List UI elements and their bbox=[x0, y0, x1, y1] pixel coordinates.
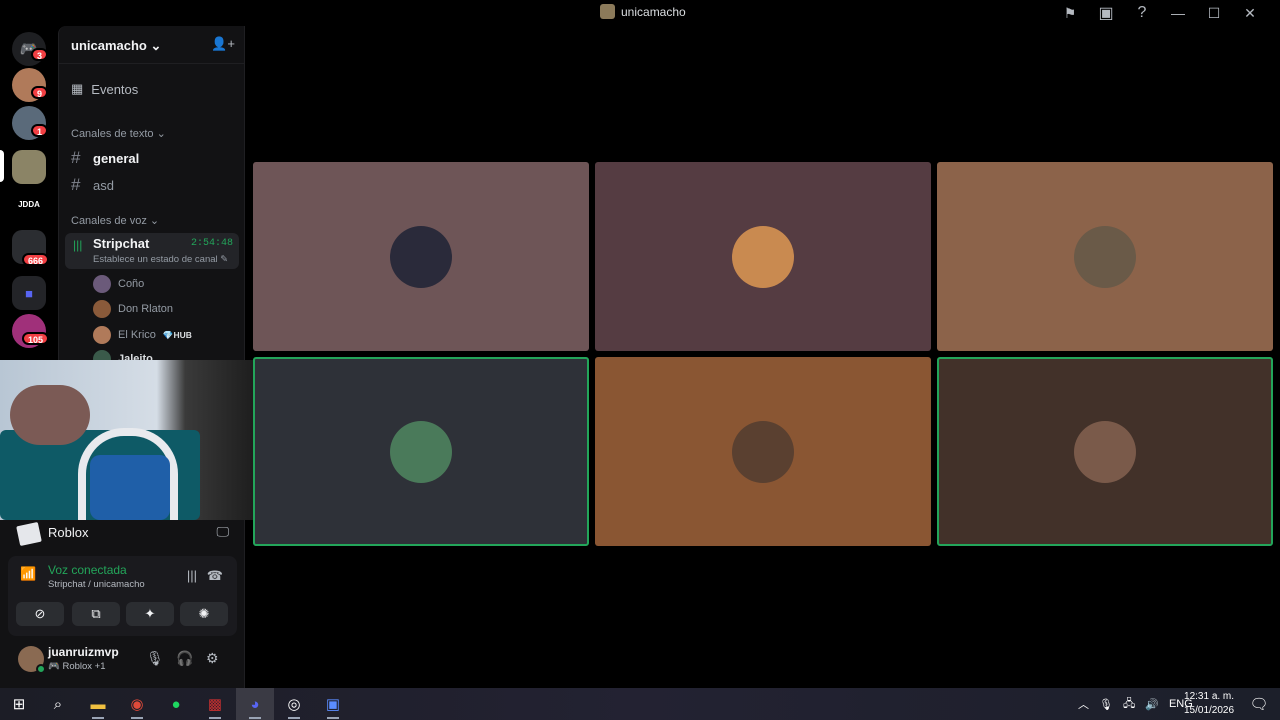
voice-member[interactable]: El Krico 💎HUB bbox=[93, 326, 192, 344]
activities-icon: ✦ bbox=[144, 606, 156, 621]
window-title: unicamacho bbox=[600, 4, 686, 19]
activity-panel: Roblox 🖵 bbox=[8, 520, 237, 552]
notification-center-icon[interactable]: 🗨 bbox=[1240, 688, 1278, 720]
avatar bbox=[1074, 225, 1136, 288]
unread-badge: 3 bbox=[31, 48, 49, 61]
voice-member[interactable]: Coño bbox=[93, 275, 144, 293]
search-icon[interactable]: ⌕ bbox=[39, 688, 77, 720]
bottom-panel: Roblox 🖵 📶 Voz conectada Stripchat / uni… bbox=[0, 520, 245, 688]
voice-connected-panel: 📶 Voz conectada Stripchat / unicamacho |… bbox=[8, 556, 237, 636]
server-avatar-icon bbox=[600, 4, 615, 19]
microphone-icon[interactable]: 🎙 bbox=[1099, 698, 1113, 711]
avatar bbox=[732, 420, 794, 483]
video-tile[interactable] bbox=[595, 162, 931, 351]
voice-wave-icon: ||| bbox=[73, 238, 83, 252]
voice-status[interactable]: Voz conectada bbox=[48, 563, 127, 577]
maximize-icon[interactable]: ☐ bbox=[1196, 3, 1232, 23]
avatar bbox=[390, 420, 452, 483]
invite-icon[interactable]: 👤+ bbox=[211, 36, 235, 52]
server-icon-unicamacho[interactable] bbox=[12, 150, 46, 184]
video-tile[interactable] bbox=[937, 357, 1273, 546]
voice-category[interactable]: Canales de voz ⌄ bbox=[71, 214, 159, 227]
events-link[interactable]: ▦ Eventos bbox=[71, 81, 138, 97]
server-label[interactable]: JDDA bbox=[12, 200, 46, 209]
soundboard-icon: ✺ bbox=[198, 606, 210, 621]
chrome-icon[interactable]: ◉ bbox=[118, 688, 156, 720]
screen-share-icon: ⧉ bbox=[91, 606, 101, 621]
server-rail: 🎮 3 9 1 JDDA 666 ■ 105 bbox=[0, 26, 58, 360]
activity-name: Roblox bbox=[48, 525, 89, 540]
close-icon[interactable]: ✕ bbox=[1232, 3, 1268, 23]
voice-location[interactable]: Stripchat / unicamacho bbox=[48, 579, 145, 590]
server-header[interactable]: unicamacho ⌄ 👤+ bbox=[59, 26, 245, 64]
settings-gear-icon[interactable]: ⚙ bbox=[206, 650, 219, 667]
chevron-up-icon[interactable]: ︿ bbox=[1078, 696, 1089, 712]
hash-icon: # bbox=[71, 148, 81, 167]
user-status: 🎮 Roblox +1 bbox=[48, 661, 106, 672]
channel-sidebar: unicamacho ⌄ 👤+ ▦ Eventos Canales de tex… bbox=[58, 26, 245, 368]
selected-server-pill bbox=[0, 150, 4, 182]
video-tile[interactable] bbox=[253, 162, 589, 351]
webcam-overlay bbox=[0, 360, 285, 520]
calendar-icon: ▦ bbox=[71, 81, 84, 96]
user-panel: juanruizmvp 🎮 Roblox +1 🎙 🎧 ⚙ bbox=[8, 640, 237, 680]
roblox-icon bbox=[16, 521, 42, 547]
noise-suppression-icon[interactable]: ||| bbox=[187, 568, 197, 583]
voice-channel-stripchat[interactable]: ||| Stripchat 2:54:48 Establece un estad… bbox=[65, 233, 239, 269]
video-tile[interactable] bbox=[595, 357, 931, 546]
spotify-icon[interactable]: ● bbox=[157, 688, 195, 720]
avatar bbox=[390, 225, 452, 288]
video-tile[interactable] bbox=[253, 357, 589, 546]
unread-badge: 666 bbox=[22, 253, 50, 266]
activities-button[interactable]: ✦ bbox=[126, 602, 174, 626]
avatar bbox=[1074, 420, 1136, 483]
avatar bbox=[93, 326, 111, 344]
hub-tag: 💎HUB bbox=[162, 329, 192, 340]
disconnect-icon[interactable]: ☎ bbox=[207, 568, 223, 584]
windows-start-icon[interactable]: ⊞ bbox=[0, 688, 38, 720]
screen-share-button[interactable]: ⧉ bbox=[72, 602, 120, 626]
microphone-icon[interactable]: 🎙 bbox=[146, 650, 164, 667]
avatar bbox=[93, 300, 111, 318]
taskbar: ⊞ ⌕ ▬ ◉ ● ▩ ◕ ◎ ▣ ︿ 🎙 🖧 🔊 ENG 12:31 a. m… bbox=[0, 688, 1280, 720]
hash-icon: # bbox=[71, 175, 81, 194]
channel-status[interactable]: Establece un estado de canal ✎ bbox=[93, 254, 228, 265]
avatar bbox=[732, 225, 794, 288]
app-icon[interactable]: ▣ bbox=[314, 688, 352, 720]
username[interactable]: juanruizmvp bbox=[48, 645, 119, 659]
soundboard-button[interactable]: ✺ bbox=[180, 602, 228, 626]
unread-badge: 1 bbox=[31, 124, 49, 137]
unread-badge: 9 bbox=[31, 86, 49, 99]
clock[interactable]: 12:31 a. m. 15/01/2026 bbox=[1184, 690, 1234, 718]
file-explorer-icon[interactable]: ▬ bbox=[79, 688, 117, 720]
stream-game-icon[interactable]: 🖵 bbox=[216, 524, 229, 540]
call-timer: 2:54:48 bbox=[190, 238, 233, 249]
discord-taskbar-icon[interactable]: ◕ bbox=[236, 688, 274, 720]
inbox-icon[interactable]: ▣ bbox=[1088, 3, 1124, 23]
headphones-icon[interactable]: 🎧 bbox=[176, 650, 193, 667]
network-icon[interactable]: 🖧 bbox=[1123, 695, 1135, 714]
channel-general[interactable]: # general bbox=[71, 148, 139, 168]
signal-icon[interactable]: 📶 bbox=[20, 566, 40, 586]
app-icon[interactable]: ▩ bbox=[196, 688, 234, 720]
channel-asd[interactable]: # asd bbox=[71, 175, 114, 195]
server-name[interactable]: unicamacho ⌄ bbox=[71, 38, 161, 54]
volume-icon[interactable]: 🔊 bbox=[1145, 698, 1159, 711]
app-icon[interactable]: ◎ bbox=[275, 688, 313, 720]
folder-icon[interactable]: ■ bbox=[12, 276, 46, 310]
voice-member[interactable]: Don Rlaton bbox=[93, 300, 173, 318]
avatar bbox=[93, 275, 111, 293]
title-bar: unicamacho ⚑ ▣ ? — ☐ ✕ bbox=[0, 0, 1280, 26]
camera-button[interactable]: ⊘ bbox=[16, 602, 64, 626]
online-status-dot bbox=[36, 664, 46, 674]
unread-badge: 105 bbox=[22, 332, 50, 345]
text-category[interactable]: Canales de texto ⌄ bbox=[71, 127, 166, 140]
camera-off-icon: ⊘ bbox=[34, 606, 46, 621]
video-tile[interactable] bbox=[937, 162, 1273, 351]
help-icon[interactable]: ? bbox=[1124, 3, 1160, 23]
flag-icon[interactable]: ⚑ bbox=[1052, 3, 1088, 23]
minimize-icon[interactable]: — bbox=[1160, 3, 1196, 23]
